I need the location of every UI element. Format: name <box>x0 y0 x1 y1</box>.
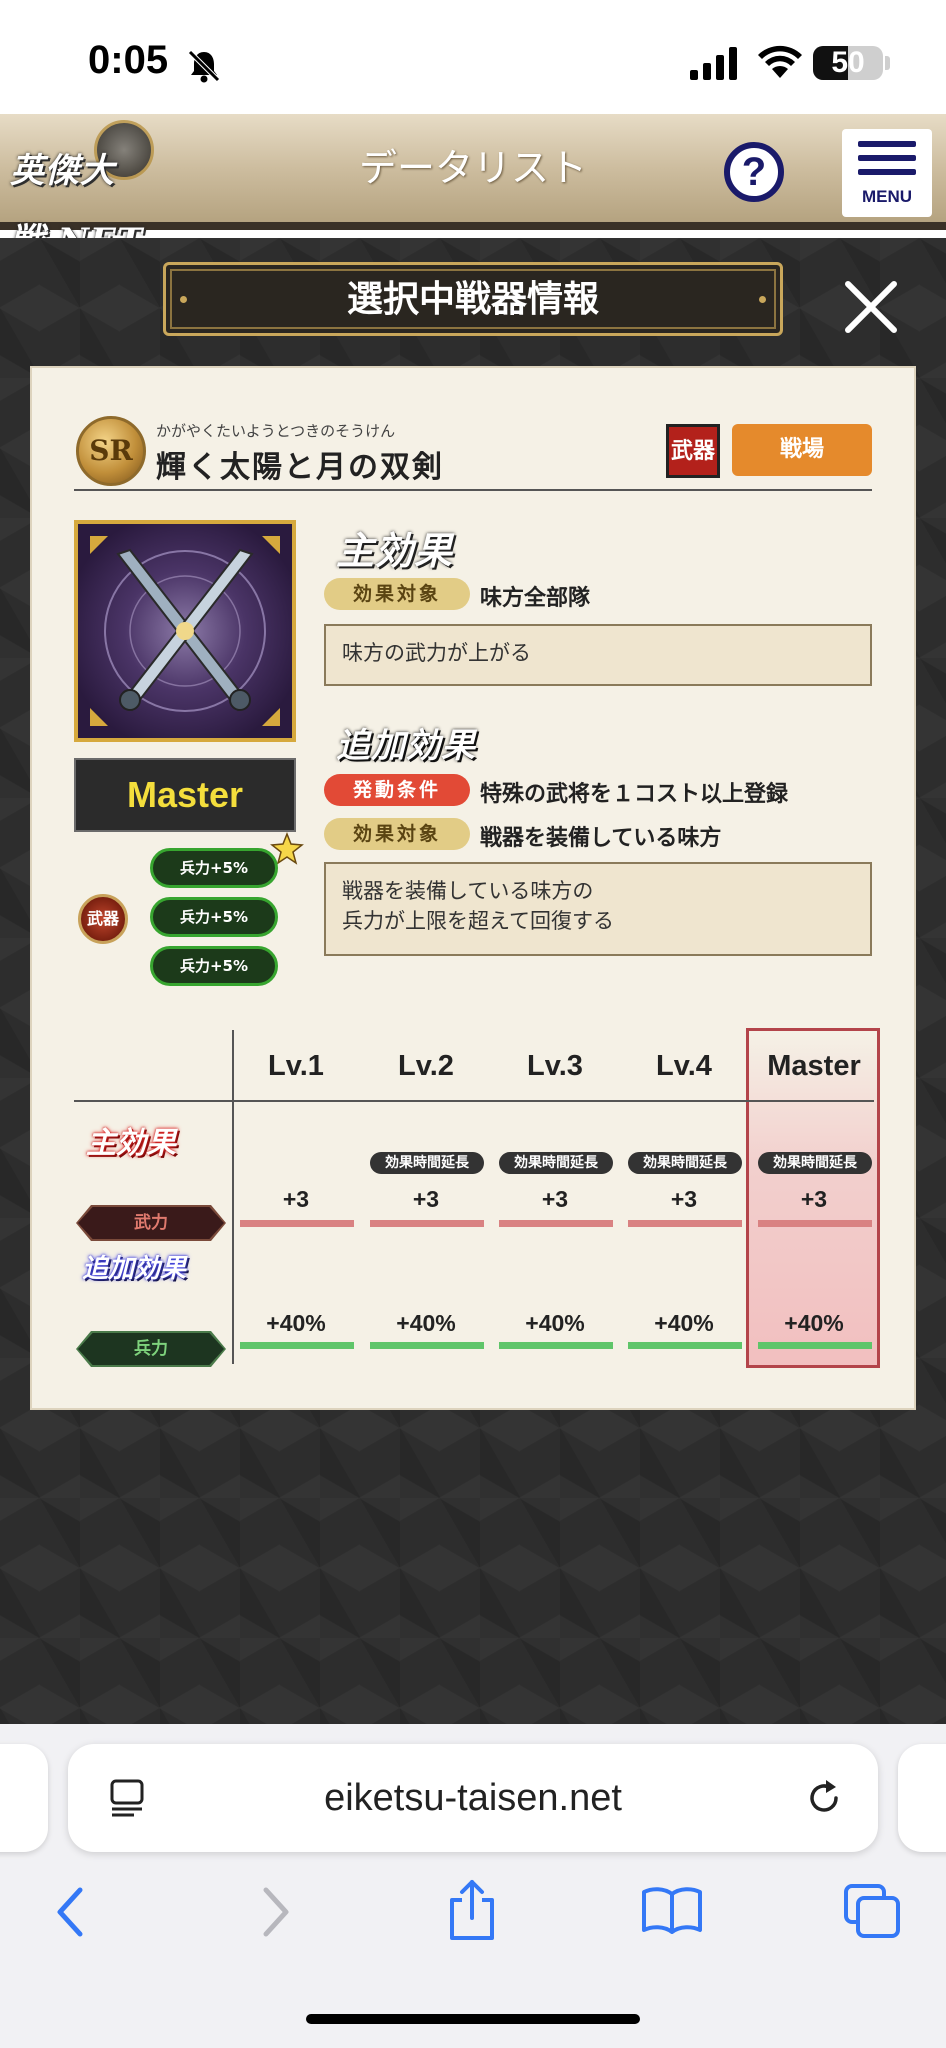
level-header: Master <box>767 1050 861 1082</box>
extra-effect-condition: 特殊の武将を１コスト以上登録 <box>480 782 789 807</box>
main-effect-bar <box>499 1220 613 1227</box>
weapon-type-icon: 武器 <box>666 424 720 478</box>
address-bar[interactable]: eiketsu-taisen.net <box>68 1744 878 1852</box>
level-header: Lv.4 <box>656 1050 712 1082</box>
extra-effect-value: +40% <box>266 1310 326 1336</box>
forward-icon[interactable] <box>256 1884 296 1940</box>
extra-effect-bar <box>370 1342 484 1349</box>
weapon-image <box>74 520 296 742</box>
main-effect-value: +3 <box>412 1186 440 1212</box>
site-header: 英傑大戦.NET データリスト ? MENU <box>0 114 946 261</box>
back-icon[interactable] <box>50 1884 90 1940</box>
extra-effect-description: 戦器を装備している味方の 兵力が上限を超えて回復する <box>324 862 872 956</box>
bookmarks-icon[interactable] <box>640 1884 704 1936</box>
level-header: Lv.1 <box>268 1050 324 1082</box>
previous-tab-preview[interactable] <box>0 1744 48 1852</box>
status-time: 0:05 <box>88 38 169 82</box>
menu-icon-line <box>858 169 916 175</box>
extra-effect-bar <box>240 1342 354 1349</box>
extra-effect-bar <box>499 1342 613 1349</box>
tabs-icon[interactable] <box>842 1882 902 1940</box>
extra-effect-bar <box>628 1342 742 1349</box>
duration-extension-badge: 効果時間延長 <box>758 1152 872 1174</box>
rarity-badge: SR <box>76 416 146 486</box>
duration-extension-badge: 効果時間延長 <box>370 1152 484 1174</box>
level-header: Lv.3 <box>527 1050 583 1082</box>
bonus-pill: 兵力+5% <box>150 946 278 986</box>
main-effect-bar <box>758 1220 872 1227</box>
main-effect-title: 主効果 <box>331 520 551 576</box>
bell-slash-icon <box>188 50 220 83</box>
menu-button[interactable]: MENU <box>842 129 932 217</box>
effect-target-tag: 効果対象 <box>324 578 470 610</box>
site-logo[interactable]: 英傑大戦.NET <box>10 136 230 261</box>
main-effect-value: +3 <box>670 1186 698 1212</box>
menu-label: MENU <box>861 187 913 206</box>
main-effect-title-text: 主効果 <box>336 528 454 573</box>
share-icon[interactable] <box>444 1878 500 1942</box>
main-effect-description: 味方の武力が上がる <box>324 624 872 686</box>
extra-effect-target: 戦器を装備している味方 <box>480 826 722 851</box>
wifi-icon <box>758 45 802 78</box>
duration-extension-badge: 効果時間延長 <box>628 1152 742 1174</box>
extra-effect-value: +40% <box>396 1310 456 1336</box>
main-effect-bar <box>370 1220 484 1227</box>
extra-effect-row-label: 追加効果 <box>82 1254 187 1284</box>
level-header: Lv.2 <box>398 1050 454 1082</box>
signal-icon <box>690 47 737 80</box>
battery-icon: 50 <box>813 46 883 80</box>
url-text[interactable]: eiketsu-taisen.net <box>228 1744 718 1852</box>
menu-icon <box>858 141 916 147</box>
main-effect-target: 味方全部隊 <box>480 586 591 611</box>
close-icon[interactable] <box>842 278 900 336</box>
extra-effect-value: +40% <box>784 1310 844 1336</box>
twin-swords-illustration <box>90 536 280 726</box>
extra-effect-bar <box>758 1342 872 1349</box>
main-effect-value: +3 <box>282 1186 310 1212</box>
extra-effect-description-line: 戦器を装備している味方の <box>342 879 594 903</box>
duration-extension-badge: 効果時間延長 <box>499 1152 613 1174</box>
battle-button[interactable]: 戦場 <box>732 424 872 476</box>
main-stat-label: 武力 <box>78 1207 224 1239</box>
extra-effect-value: +40% <box>654 1310 714 1336</box>
extra-effect-title-text: 追加効果 <box>336 726 476 766</box>
table-divider <box>74 1100 874 1102</box>
weapon-name: 輝く太陽と月の双剣 <box>156 450 444 485</box>
main-effect-row-label: 主効果 <box>86 1126 176 1161</box>
modal-title-text: 選択中戦器情報 <box>346 278 599 320</box>
main-effect-value: +3 <box>800 1186 828 1212</box>
menu-icon-line <box>858 155 916 161</box>
main-effect-value: +3 <box>541 1186 569 1212</box>
master-level-label: Master <box>74 758 296 832</box>
extra-effect-value: +40% <box>525 1310 585 1336</box>
battery-cap <box>885 56 890 70</box>
battery-level: 50 <box>831 46 865 79</box>
reader-icon[interactable] <box>108 1778 148 1818</box>
help-icon: ? <box>741 150 767 194</box>
bonus-pill: 兵力+5% <box>150 897 278 937</box>
divider <box>74 489 872 491</box>
main-effect-bar <box>240 1220 354 1227</box>
extra-effect-title: 追加効果 <box>331 718 551 774</box>
extra-effect-description-line: 兵力が上限を超えて回復する <box>342 909 614 933</box>
page-title: データリスト <box>358 146 587 190</box>
weapon-bonus-icon: 武器 <box>78 894 128 944</box>
title-ornament <box>180 296 187 303</box>
status-bar: 0:05 50 <box>0 0 946 114</box>
extra-stat-label: 兵力 <box>78 1333 224 1365</box>
title-ornament <box>759 296 766 303</box>
weapon-reading: かがやくたいようとつきのそうけん <box>156 422 396 440</box>
help-button[interactable]: ? <box>724 142 784 202</box>
main-effect-bar <box>628 1220 742 1227</box>
bonus-pill: 兵力+5% <box>150 848 278 888</box>
modal-title: 選択中戦器情報 <box>163 262 783 336</box>
trigger-condition-tag: 発動条件 <box>324 774 470 806</box>
effect-target-tag: 効果対象 <box>324 818 470 850</box>
next-tab-preview[interactable] <box>898 1744 946 1852</box>
reload-icon[interactable] <box>802 1776 846 1820</box>
home-indicator[interactable] <box>306 2014 640 2024</box>
